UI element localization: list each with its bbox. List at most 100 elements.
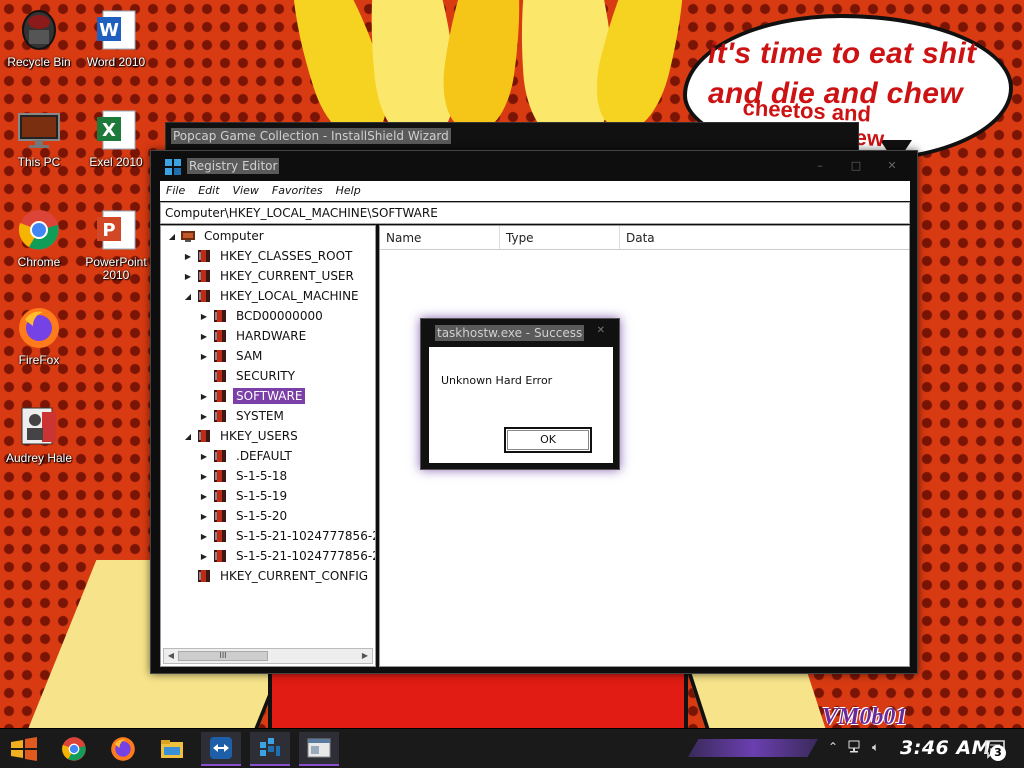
desktop-icon-excel[interactable]: X Exel 2010 [77,108,155,169]
registry-key-icon [198,430,210,442]
taskbar-teamviewer[interactable] [201,732,241,766]
column-header-type[interactable]: Type [500,226,620,249]
tree-node-label: HKEY_CURRENT_CONFIG [220,569,369,583]
tree-node-hkey-current-user[interactable]: ▶ HKEY_CURRENT_USER [183,266,357,286]
expand-arrow-icon[interactable]: ▶ [183,252,193,261]
tree-node-hardware[interactable]: ▶ HARDWARE [199,326,309,346]
registry-key-icon [214,350,226,362]
tree-node-computer[interactable]: ◢ Computer [167,226,267,246]
desktop-icon-label: Word 2010 [86,55,146,69]
tree-node-bcd[interactable]: ▶ BCD00000000 [199,306,326,326]
tree-node-hkey-local-machine[interactable]: ◢ HKEY_LOCAL_MACHINE [183,286,362,306]
expand-arrow-icon[interactable]: ▶ [199,492,209,501]
error-dialog[interactable]: taskhostw.exe - Success ✕ Unknown Hard E… [420,318,620,470]
tree-node-hkey-users[interactable]: ◢ HKEY_USERS [183,426,301,446]
taskbar-file-explorer[interactable] [152,732,192,766]
tree-node-label: Computer [204,229,264,243]
close-button[interactable]: ✕ [875,156,909,176]
tree-node-hkey-classes-root[interactable]: ▶ HKEY_CLASSES_ROOT [183,246,355,266]
registry-key-icon [198,250,210,262]
collapse-arrow-icon[interactable]: ◢ [183,292,193,301]
ok-button[interactable]: OK [504,427,592,453]
tree-node-s-1-5-19[interactable]: ▶ S-1-5-19 [199,486,290,506]
window-title: Registry Editor [187,158,280,174]
word-icon: W [94,8,138,52]
expand-arrow-icon[interactable]: ▶ [199,472,209,481]
expand-arrow-icon[interactable]: ▶ [199,352,209,361]
scroll-thumb[interactable]: III [178,651,268,661]
registry-tree[interactable]: ◢ Computer ▶ HKEY_CLASSES_ROOT ▶ HKEY_CU… [160,225,376,667]
volume-muted-icon[interactable]: 🔈︎ [872,740,879,755]
column-header-name[interactable]: Name [380,226,500,249]
desktop-icon-recycle-bin[interactable]: Recycle Bin [0,8,78,69]
recycle-bin-icon [17,8,61,52]
title-bar[interactable]: Registry Editor – □ ✕ [151,151,917,181]
expand-arrow-icon[interactable]: ▶ [199,312,209,321]
expand-arrow-icon[interactable]: ▶ [183,272,193,281]
network-icon[interactable] [848,740,864,757]
address-bar[interactable]: Computer\HKEY_LOCAL_MACHINE\SOFTWARE [160,202,910,224]
taskbar: ⌃ 🔈︎ 3:46 AM [0,728,1024,768]
menu-view[interactable]: View [233,181,267,201]
tree-node-s-1-5-21-b[interactable]: ▶ S-1-5-21-1024777856-200 [199,546,375,566]
taskbar-registry-editor[interactable] [250,732,290,766]
chrome-icon [62,737,86,761]
tree-node-default[interactable]: ▶ .DEFAULT [199,446,295,466]
expand-arrow-icon[interactable]: ▶ [199,552,209,561]
taskbar-window[interactable] [299,732,339,766]
registry-editor-icon [260,738,280,756]
expand-arrow-icon[interactable]: ▶ [199,332,209,341]
tree-node-s-1-5-18[interactable]: ▶ S-1-5-18 [199,466,290,486]
tree-node-label: SAM [236,349,263,363]
maximize-button[interactable]: □ [839,156,873,176]
desktop-icon-label: Recycle Bin [7,55,71,69]
expand-arrow-icon[interactable]: ▶ [199,392,209,401]
column-header-data[interactable]: Data [620,226,908,249]
tree-node-security[interactable]: SECURITY [199,366,298,386]
show-hidden-icons-chevron-icon[interactable]: ⌃ [828,740,838,754]
taskbar-clock[interactable]: 3:46 AM [900,737,991,759]
menu-file[interactable]: File [166,181,193,201]
close-icon[interactable]: ✕ [597,325,605,336]
taskbar-chrome[interactable] [54,732,94,766]
desktop-icon-firefox[interactable]: FireFox [0,306,78,367]
tree-node-s-1-5-20[interactable]: ▶ S-1-5-20 [199,506,290,526]
expand-arrow-icon[interactable]: ▶ [199,532,209,541]
expand-arrow-icon[interactable]: ▶ [199,512,209,521]
tree-node-hkey-current-config[interactable]: HKEY_CURRENT_CONFIG [183,566,371,586]
expand-arrow-icon[interactable]: ▶ [199,412,209,421]
desktop-icon-this-pc[interactable]: This PC [0,108,78,169]
desktop-icon-chrome[interactable]: Chrome [0,208,78,269]
desktop-icon-audrey-hale[interactable]: Audrey Hale [0,404,78,465]
menu-edit[interactable]: Edit [198,181,227,201]
scroll-left-arrow-icon[interactable]: ◀ [165,650,177,662]
minimize-button[interactable]: – [803,156,837,176]
tree-horizontal-scrollbar[interactable]: ◀ III ▶ [163,648,373,664]
taskbar-firefox[interactable] [103,732,143,766]
registry-key-icon [214,370,226,382]
menu-favorites[interactable]: Favorites [272,181,331,201]
tree-node-label: SECURITY [236,369,295,383]
expand-arrow-icon[interactable]: ▶ [199,452,209,461]
menu-help[interactable]: Help [336,181,369,201]
registry-key-icon [198,570,210,582]
registry-key-icon [214,490,226,502]
start-button[interactable] [4,732,44,766]
window-title: Popcap Game Collection - InstallShield W… [171,128,451,144]
tree-node-label: HKEY_CURRENT_USER [220,269,354,283]
tree-node-s-1-5-21-a[interactable]: ▶ S-1-5-21-1024777856-200 [199,526,375,546]
tree-node-sam[interactable]: ▶ SAM [199,346,265,366]
tree-node-system[interactable]: ▶ SYSTEM [199,406,287,426]
desktop-icon-label: PowerPoint 2010 [85,255,147,282]
desktop-icon-word[interactable]: W Word 2010 [77,8,155,69]
menu-bar: File Edit View Favorites Help [160,181,910,201]
scroll-right-arrow-icon[interactable]: ▶ [359,650,371,662]
collapse-arrow-icon[interactable]: ◢ [183,432,193,441]
tree-node-label: S-1-5-21-1024777856-200 [236,549,375,563]
registry-key-icon [214,510,226,522]
desktop-icon-label: Audrey Hale [5,451,73,465]
collapse-arrow-icon[interactable]: ◢ [167,232,177,241]
tree-node-software[interactable]: ▶ SOFTWARE [199,386,306,406]
tree-node-label: S-1-5-20 [236,509,288,523]
desktop-icon-powerpoint[interactable]: P PowerPoint 2010 [77,208,155,282]
